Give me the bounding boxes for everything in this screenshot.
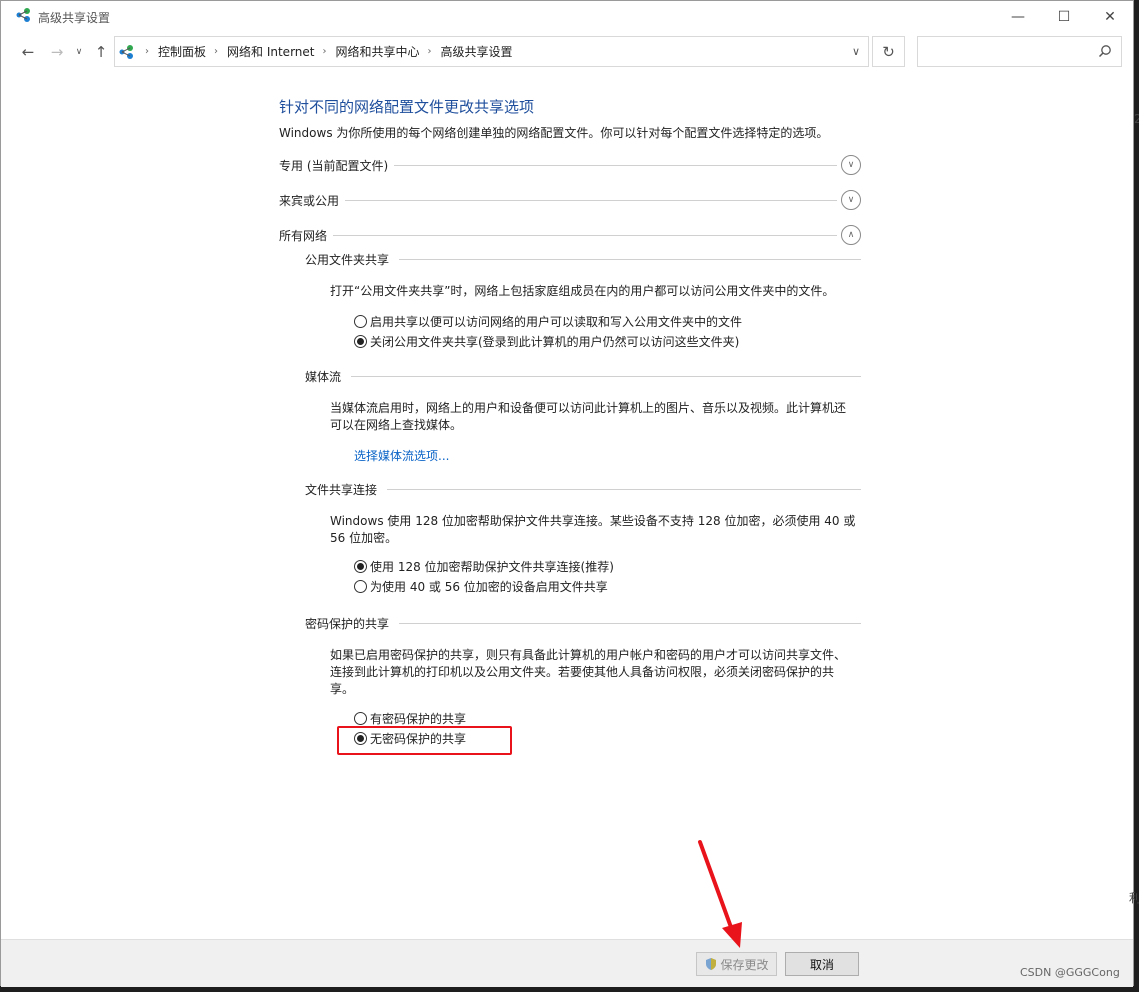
chevron-right-icon[interactable]: › [428,46,432,57]
radio-label[interactable]: 关闭公用文件夹共享(登录到此计算机的用户仍然可以访问这些文件夹) [370,333,739,350]
radio-button[interactable] [354,334,367,348]
section-title: 文件共享连接 [305,482,378,497]
media-description-line: 可以在网络上查找媒体。 [330,418,463,432]
password-description: 如果已启用密码保护的共享，则只有具备此计算机的用户帐户和密码的用户才可以访问共享… [330,647,860,698]
network-icon [16,8,30,22]
navigation-bar: ← → ∨ ↑ › 控制面板 › 网络和 Internet › 网络和共享中心 … [1,32,1133,72]
divider [387,488,861,490]
radio-40-56bit-encryption[interactable]: 为使用 40 或 56 位加密的设备启用文件共享 [354,577,608,595]
chevron-down-icon[interactable]: ∨ [841,190,861,210]
forward-button[interactable]: → [47,42,67,62]
profile-label: 来宾或公用 [279,191,346,209]
password-description-line: 连接到此计算机的打印机以及公用文件夹。若要使其他人具备访问权限，必须关闭密码保护… [330,665,835,679]
breadcrumb-advanced-sharing[interactable]: 高级共享设置 [441,43,513,60]
recent-locations-button[interactable]: ∨ [72,42,86,62]
radio-password-protected-on[interactable]: 有密码保护的共享 [354,709,466,727]
chevron-down-icon[interactable]: ∨ [841,155,861,175]
page-intro: Windows 为你所使用的每个网络创建单独的网络配置文件。你可以针对每个配置文… [279,126,829,140]
window-title: 高级共享设置 [38,11,111,25]
divider [345,199,837,201]
radio-label[interactable]: 启用共享以便可以访问网络的用户可以读取和写入公用文件夹中的文件 [370,313,742,330]
page-title: 针对不同的网络配置文件更改共享选项 [279,98,535,116]
bottom-bar: 保存更改 取消 [1,939,1133,987]
divider [399,622,861,624]
network-icon [119,44,133,59]
watermark: CSDN @GGGCong [1020,966,1120,979]
divider [394,164,837,166]
radio-button[interactable] [354,559,367,573]
highlight-box [337,726,512,755]
media-description: 当媒体流启用时，网络上的用户和设备便可以访问此计算机上的图片、音乐以及视频。此计… [330,400,860,434]
search-icon[interactable] [1098,44,1112,58]
radio-label[interactable]: 有密码保护的共享 [370,710,466,727]
radio-button[interactable] [354,579,367,593]
window: 高级共享设置 — ☐ ✕ ← → ∨ ↑ › 控制面板 › 网络和 Intern… [0,0,1134,987]
password-description-line: 如果已启用密码保护的共享，则只有具备此计算机的用户帐户和密码的用户才可以访问共享… [330,648,847,662]
radio-enable-public-sharing[interactable]: 启用共享以便可以访问网络的用户可以读取和写入公用文件夹中的文件 [354,312,742,330]
section-title: 公用文件夹共享 [305,252,390,267]
chevron-right-icon: › [145,46,149,57]
profile-private[interactable]: 专用 (当前配置文件) ∨ [279,154,861,176]
breadcrumb-control-panel[interactable]: 控制面板 [158,43,206,60]
file-sharing-description-line: Windows 使用 128 位加密帮助保护文件共享连接。某些设备不支持 128… [330,514,856,528]
breadcrumb-network-internet[interactable]: 网络和 Internet [227,43,314,60]
profile-label: 所有网络 [279,226,334,244]
password-description-line: 享。 [330,682,355,696]
chevron-right-icon[interactable]: › [322,46,326,57]
media-description-line: 当媒体流启用时，网络上的用户和设备便可以访问此计算机上的图片、音乐以及视频。此计… [330,401,847,415]
profile-all-networks[interactable]: 所有网络 ∧ [279,224,861,246]
up-button[interactable]: ↑ [91,42,111,62]
radio-button[interactable] [354,314,367,328]
address-bar[interactable]: › 控制面板 › 网络和 Internet › 网络和共享中心 › 高级共享设置… [114,36,869,67]
file-sharing-description: Windows 使用 128 位加密帮助保护文件共享连接。某些设备不支持 128… [330,513,860,547]
file-sharing-connections-header: 文件共享连接 [305,479,861,499]
radio-label[interactable]: 使用 128 位加密帮助保护文件共享连接(推荐) [370,558,614,575]
radio-button[interactable] [354,711,367,725]
public-folder-description: 打开“公用文件夹共享”时，网络上包括家庭组成员在内的用户都可以访问公用文件夹中的… [330,284,835,298]
chevron-down-icon[interactable]: ∨ [852,45,860,58]
main-content: 针对不同的网络配置文件更改共享选项 Windows 为你所使用的每个网络创建单独… [279,96,861,746]
divider [399,258,861,260]
breadcrumb-network-sharing-center[interactable]: 网络和共享中心 [335,43,419,60]
password-sharing-header: 密码保护的共享 [305,613,861,633]
title-bar: 高级共享设置 — ☐ ✕ [1,1,1133,32]
chevron-up-icon[interactable]: ∧ [841,225,861,245]
maximize-button[interactable]: ☐ [1041,1,1087,32]
close-button[interactable]: ✕ [1087,1,1133,32]
save-changes-button[interactable]: 保存更改 [696,952,777,976]
search-input[interactable] [924,37,1094,66]
refresh-button[interactable]: ↻ [872,36,905,67]
back-button[interactable]: ← [18,42,38,62]
shield-icon [706,958,717,970]
radio-disable-public-sharing[interactable]: 关闭公用文件夹共享(登录到此计算机的用户仍然可以访问这些文件夹) [354,332,739,350]
cancel-button[interactable]: 取消 [785,952,859,976]
public-folder-sharing-header: 公用文件夹共享 [305,249,861,269]
divider [351,375,861,377]
background-text: 利 [1129,891,1139,905]
file-sharing-description-line: 56 位加密。 [330,531,398,545]
profile-label: 专用 (当前配置文件) [279,156,395,174]
save-button-label: 保存更改 [720,957,769,972]
search-box[interactable] [917,36,1122,67]
divider [333,234,837,236]
background-text: 2 [1134,112,1139,126]
media-streaming-options-link[interactable]: 选择媒体流选项... [354,447,449,464]
minimize-button[interactable]: — [995,1,1041,32]
radio-128bit-encryption[interactable]: 使用 128 位加密帮助保护文件共享连接(推荐) [354,557,614,575]
media-streaming-header: 媒体流 [305,366,861,386]
chevron-right-icon[interactable]: › [214,46,218,57]
section-title: 媒体流 [305,369,342,384]
profile-guest-public[interactable]: 来宾或公用 ∨ [279,189,861,211]
radio-label[interactable]: 为使用 40 或 56 位加密的设备启用文件共享 [370,578,608,595]
section-title: 密码保护的共享 [305,616,390,631]
